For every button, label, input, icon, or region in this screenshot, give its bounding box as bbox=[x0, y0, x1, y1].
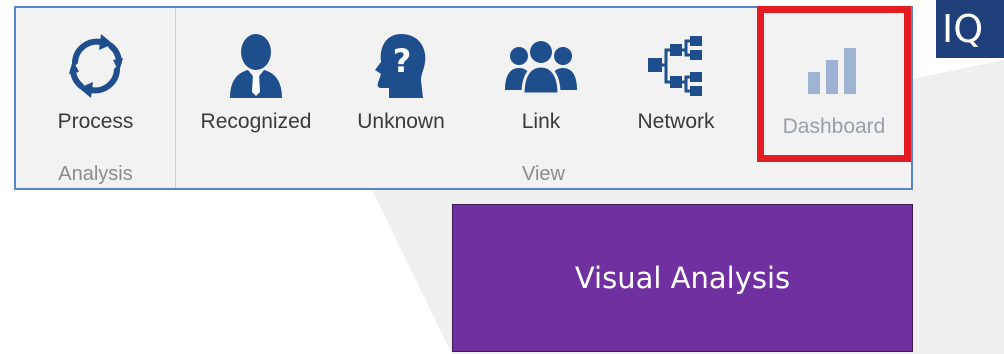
ribbon-group-label-view: View bbox=[522, 162, 565, 185]
ribbon-group-view-buttons: Recognized ? Unknown Link Network Dashbo… bbox=[176, 6, 911, 162]
logo-text: IQ bbox=[942, 7, 984, 51]
unknown-button[interactable]: ? Unknown bbox=[336, 8, 466, 160]
head-question-icon: ? bbox=[361, 32, 441, 100]
bar-chart-icon bbox=[794, 37, 874, 105]
visual-analysis-callout: Visual Analysis bbox=[452, 204, 913, 352]
logo: IQ bbox=[936, 0, 1004, 58]
dashboard-button-label: Dashboard bbox=[782, 115, 886, 138]
link-button-label: Link bbox=[521, 110, 561, 133]
network-button[interactable]: Network bbox=[616, 8, 736, 160]
ribbon-toolbar: Process Analysis Recognized ? Unknown Li… bbox=[14, 6, 913, 190]
recognized-button[interactable]: Recognized bbox=[176, 8, 336, 160]
svg-text:?: ? bbox=[393, 42, 412, 80]
unknown-button-label: Unknown bbox=[357, 110, 445, 133]
ribbon-group-view: Recognized ? Unknown Link Network Dashbo… bbox=[176, 6, 911, 188]
network-button-label: Network bbox=[637, 110, 715, 133]
person-icon bbox=[216, 32, 296, 100]
people-group-icon bbox=[501, 32, 581, 100]
network-tree-icon bbox=[636, 32, 716, 100]
link-button[interactable]: Link bbox=[466, 8, 616, 160]
refresh-cycle-icon bbox=[56, 32, 136, 100]
recognized-button-label: Recognized bbox=[200, 110, 312, 133]
ribbon-group-analysis-buttons: Process bbox=[16, 8, 175, 160]
ribbon-group-analysis: Process Analysis bbox=[16, 8, 176, 188]
dashboard-button[interactable]: Dashboard bbox=[757, 6, 911, 162]
visual-analysis-text: Visual Analysis bbox=[574, 261, 791, 295]
ribbon-group-label-analysis: Analysis bbox=[58, 162, 133, 185]
process-button-label: Process bbox=[57, 110, 134, 133]
process-button[interactable]: Process bbox=[16, 8, 175, 160]
